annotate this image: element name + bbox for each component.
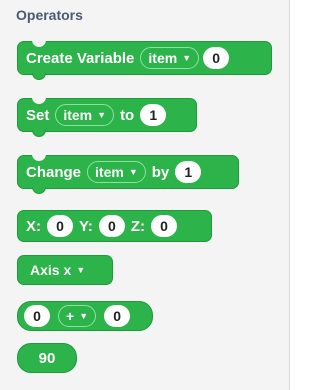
number-value-input[interactable]: 90	[39, 350, 56, 367]
y-label: Y:	[79, 217, 93, 235]
z-label: Z:	[130, 217, 146, 235]
caret-down-icon: ▼	[128, 166, 138, 177]
xyz-block[interactable]: X: 0 Y: 0 Z: 0	[17, 210, 212, 242]
category-title: Operators	[16, 7, 83, 23]
caret-down-icon: ▼	[97, 109, 107, 120]
right-operand-input[interactable]: 0	[104, 305, 131, 327]
set-variable-block[interactable]: Set item ▼ to 1	[17, 97, 197, 137]
variable-dropdown[interactable]: item ▼	[140, 47, 200, 69]
set-label: Set	[26, 106, 50, 124]
caret-down-icon: ▼	[79, 310, 89, 321]
caret-down-icon: ▼	[182, 52, 192, 63]
axis-dropdown-value: Axis x	[30, 262, 72, 278]
axis-dropdown[interactable]: Axis x ▼	[22, 259, 94, 281]
variable-dropdown[interactable]: item ▼	[87, 161, 146, 183]
create-variable-block[interactable]: Create Variable item ▼ 0	[17, 40, 272, 80]
caret-down-icon: ▼	[76, 264, 86, 275]
set-value-input[interactable]: 1	[140, 104, 167, 126]
math-operator-block[interactable]: 0 + ▼ 0	[17, 301, 153, 331]
by-label: by	[151, 163, 170, 181]
change-variable-block[interactable]: Change item ▼ by 1	[17, 154, 239, 194]
operator-dropdown[interactable]: + ▼	[58, 305, 97, 327]
z-value-input[interactable]: 0	[151, 215, 178, 237]
y-value-input[interactable]: 0	[98, 215, 125, 237]
operator-dropdown-value: +	[66, 308, 75, 324]
create-variable-label: Create Variable	[26, 49, 135, 67]
left-operand-input[interactable]: 0	[24, 305, 50, 327]
x-value-input[interactable]: 0	[47, 215, 73, 237]
variable-dropdown-value: item	[148, 50, 178, 66]
change-label: Change	[26, 163, 82, 181]
number-block[interactable]: 90	[17, 343, 77, 373]
variable-dropdown[interactable]: item ▼	[55, 104, 115, 126]
variable-dropdown-value: item	[95, 164, 124, 180]
axis-block[interactable]: Axis x ▼	[17, 255, 113, 285]
initial-value-input[interactable]: 0	[203, 47, 230, 69]
variable-dropdown-value: item	[63, 107, 93, 123]
to-label: to	[120, 106, 135, 124]
blocks-palette: Operators Create Variable item ▼ 0 Set i…	[0, 0, 290, 390]
change-value-input[interactable]: 1	[175, 161, 202, 183]
x-label: X:	[26, 217, 41, 235]
